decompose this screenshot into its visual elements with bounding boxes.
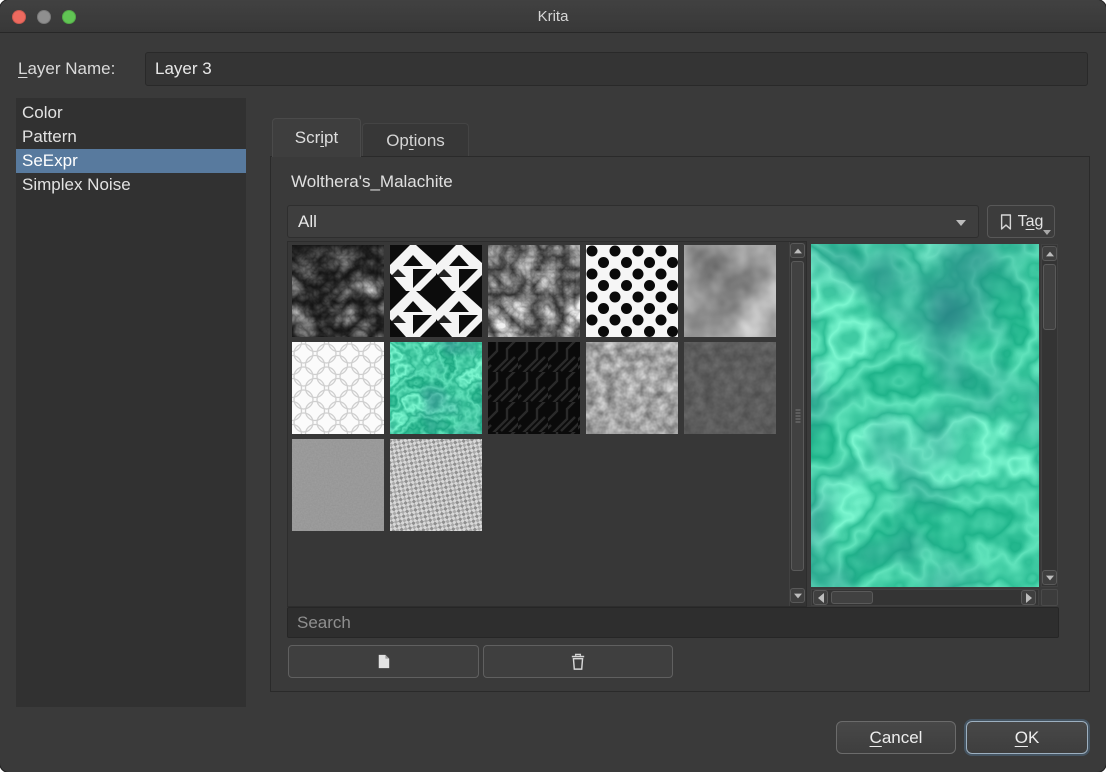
scroll-down-button[interactable]: [1042, 570, 1057, 585]
generator-list-item-pattern[interactable]: Pattern: [16, 125, 246, 149]
pattern-grid-vertical-scrollbar[interactable]: [789, 242, 806, 606]
titlebar[interactable]: Krita: [0, 0, 1106, 33]
generator-list[interactable]: ColorPatternSeExprSimplex Noise: [16, 98, 246, 707]
pattern-thumbnail-gray-marble[interactable]: [488, 245, 580, 337]
layer-name-input[interactable]: [145, 52, 1088, 86]
layer-name-label: Layer Name:: [18, 52, 115, 86]
pattern-grid-panel: [287, 241, 807, 607]
pattern-thumbnail-truchet-rings[interactable]: [292, 342, 384, 434]
pattern-grid: [288, 242, 789, 606]
scroll-down-button[interactable]: [790, 588, 805, 603]
pattern-thumbnail-bw-triangles[interactable]: [390, 245, 482, 337]
pattern-thumbnail-dark-marble[interactable]: [292, 245, 384, 337]
tag-menu-arrow-icon: [1043, 230, 1051, 235]
scroll-up-button[interactable]: [790, 243, 805, 258]
cancel-button[interactable]: Cancel: [836, 721, 956, 754]
trash-icon: [569, 652, 587, 671]
pattern-thumbnail-dark-maze[interactable]: [488, 342, 580, 434]
scrollbar-corner: [1041, 589, 1058, 606]
tab-script[interactable]: Script: [272, 118, 361, 157]
scrollbar-thumb[interactable]: [791, 261, 804, 571]
preview-vertical-scrollbar[interactable]: [1041, 244, 1058, 587]
preview-horizontal-scrollbar[interactable]: [811, 589, 1039, 606]
generator-list-item-simplex-noise[interactable]: Simplex Noise: [16, 173, 246, 197]
scroll-up-button[interactable]: [1042, 246, 1057, 261]
tag-filter-value: All: [298, 212, 317, 231]
delete-resource-button[interactable]: [483, 645, 673, 678]
scroll-right-button[interactable]: [1021, 590, 1036, 605]
pattern-thumbnail-halftone-dots[interactable]: [586, 245, 678, 337]
tag-filter-combobox[interactable]: All: [287, 205, 979, 238]
pattern-thumbnail-concrete[interactable]: [586, 342, 678, 434]
document-open-icon: [374, 652, 393, 671]
chevron-down-icon: [956, 220, 966, 226]
pattern-preview-panel: [809, 241, 1059, 607]
pattern-thumbnail-speckles[interactable]: [684, 342, 776, 434]
scroll-left-button[interactable]: [813, 590, 828, 605]
pattern-thumbnail-woven[interactable]: [390, 439, 482, 531]
pattern-thumbnail-smoke[interactable]: [684, 245, 776, 337]
scrollbar-thumb[interactable]: [1043, 264, 1056, 330]
tag-button[interactable]: Tag: [987, 205, 1055, 238]
pattern-thumbnail-malachite[interactable]: [390, 342, 482, 434]
import-resource-button[interactable]: [288, 645, 479, 678]
krita-dialog-window: Krita Layer Name: ColorPatternSeExprSimp…: [0, 0, 1106, 772]
window-title: Krita: [0, 0, 1106, 33]
pattern-preview: [811, 244, 1039, 587]
scrollbar-thumb[interactable]: [831, 591, 873, 604]
generator-list-item-seexpr[interactable]: SeExpr: [16, 149, 246, 173]
resource-search-input[interactable]: [287, 607, 1059, 638]
script-tab-panel: Wolthera's_Malachite All Tag: [270, 156, 1090, 692]
tab-options[interactable]: Options: [362, 123, 469, 157]
pattern-thumbnail-fine-grain[interactable]: [292, 439, 384, 531]
tag-button-label: Tag: [1018, 213, 1044, 231]
generator-list-item-color[interactable]: Color: [16, 101, 246, 125]
selected-resource-name: Wolthera's_Malachite: [291, 172, 453, 192]
bookmark-icon: [999, 213, 1013, 231]
ok-button[interactable]: OK: [966, 721, 1088, 754]
